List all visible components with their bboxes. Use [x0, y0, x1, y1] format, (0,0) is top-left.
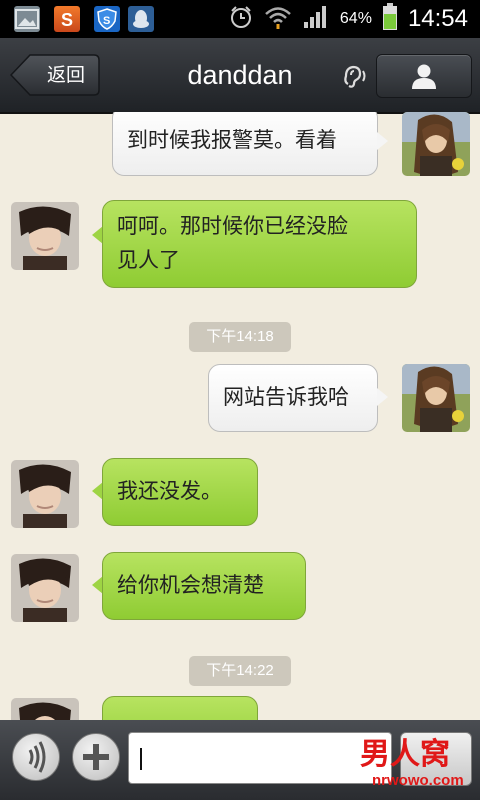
avatar-contact[interactable]: [11, 698, 79, 720]
message-text: 到时候我报警莫。看着: [127, 128, 337, 152]
status-bar: S S 64% 14:54: [0, 0, 480, 38]
back-label: 返回: [46, 64, 85, 86]
bubble-tail: [377, 132, 388, 150]
avatar-contact[interactable]: [11, 554, 79, 622]
message-bubble-received[interactable]: 呵呵。那时候你已经没脸 见人了: [102, 200, 417, 288]
plus-icon: [83, 744, 109, 770]
message-text: 我还没发。: [117, 479, 222, 503]
avatar-me[interactable]: [402, 112, 470, 176]
svg-text:S: S: [61, 10, 73, 30]
clock: 14:54: [407, 5, 468, 32]
message-bubble-received[interactable]: [102, 696, 258, 720]
timestamp: 下午14:22: [189, 656, 291, 686]
text-caret: [140, 748, 142, 770]
message-text: 网站告诉我哈: [223, 385, 349, 409]
battery-percent: 64%: [339, 10, 372, 27]
svg-text:S: S: [103, 15, 110, 27]
profile-button[interactable]: [376, 54, 472, 98]
app-s-icon: S: [54, 6, 80, 32]
watermark-site: nrwowo.com: [372, 772, 464, 789]
add-button[interactable]: [72, 733, 120, 781]
avatar-contact[interactable]: [11, 202, 79, 270]
timestamp: 下午14:18: [189, 322, 291, 352]
message-bubble-sent[interactable]: 网站告诉我哈: [208, 364, 378, 432]
shield-icon: S: [94, 6, 120, 32]
message-text: 见人了: [117, 248, 180, 272]
gallery-icon: [14, 6, 40, 32]
avatar-contact[interactable]: [11, 460, 79, 528]
earpiece-icon[interactable]: [340, 62, 368, 90]
watermark-logo: 男人窝: [360, 737, 450, 772]
voice-icon: [28, 741, 46, 773]
message-bubble-received[interactable]: 我还没发。: [102, 458, 258, 526]
bubble-tail: [377, 388, 388, 406]
message-bubble-received[interactable]: 给你机会想清楚: [102, 552, 306, 620]
person-icon: [412, 64, 436, 89]
alarm-icon: [228, 4, 254, 34]
status-right: 64% 14:54: [228, 2, 468, 36]
qq-icon: [128, 6, 154, 32]
avatar-me[interactable]: [402, 364, 470, 432]
voice-button[interactable]: [12, 733, 60, 781]
signal-icon: [302, 4, 330, 34]
message-input[interactable]: [128, 732, 392, 784]
wifi-icon: [264, 4, 292, 34]
battery-icon: [382, 3, 398, 35]
message-text: 给你机会想清楚: [117, 573, 264, 597]
chat-header: 返回 danddan: [0, 38, 480, 114]
back-button[interactable]: 返回: [10, 54, 100, 96]
message-bubble-sent[interactable]: 到时候我报警莫。看着: [112, 112, 378, 176]
message-text: 呵呵。那时候你已经没脸: [117, 214, 348, 238]
chat-title: danddan: [187, 60, 293, 90]
chat-history[interactable]: 到时候我报警莫。看着 呵呵。那时候你已经没脸 见人了 下午14:18 网站告诉我…: [0, 112, 480, 720]
